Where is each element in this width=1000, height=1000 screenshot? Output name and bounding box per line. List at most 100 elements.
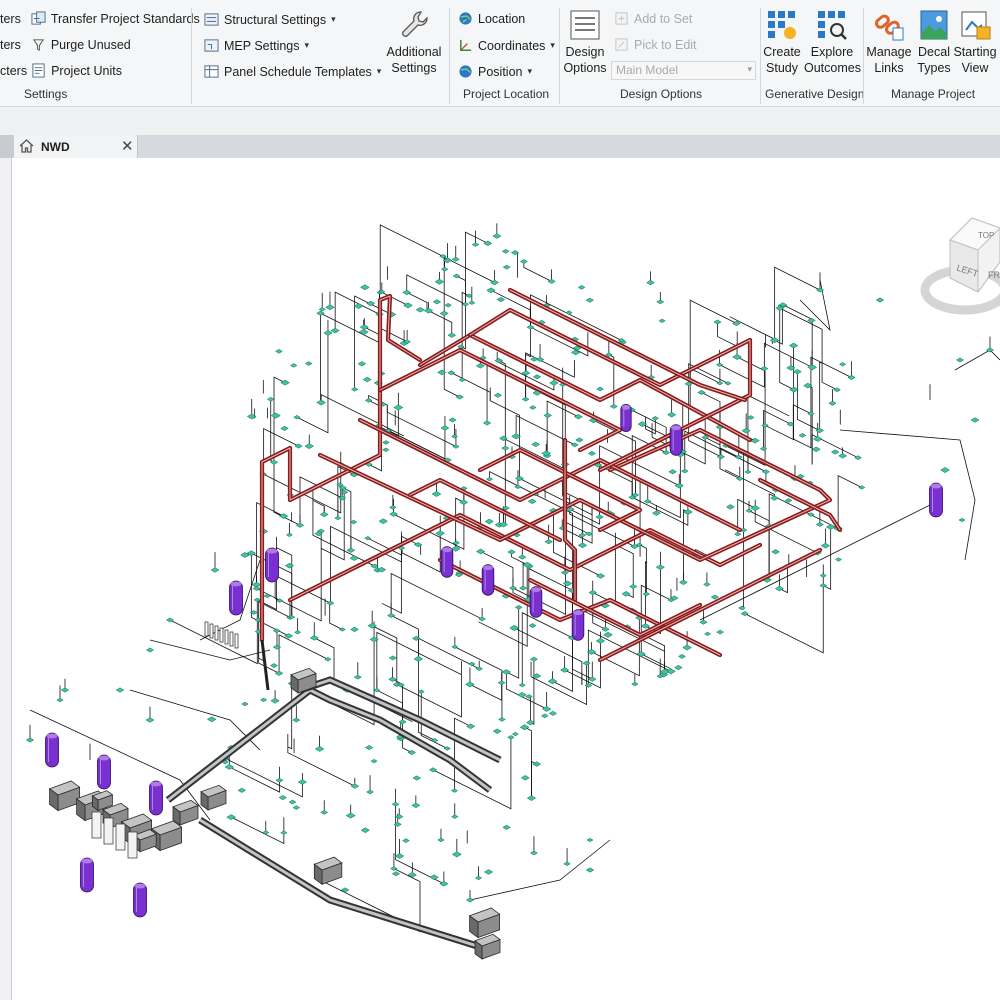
wire-segment: [469, 682, 503, 701]
wire-run: [149, 639, 271, 661]
additional-settings-line2: Settings: [391, 61, 437, 75]
tank-top: [442, 547, 452, 553]
add-to-set-button[interactable]: Add to Set: [614, 11, 692, 26]
fixture: [391, 871, 401, 877]
tank: [481, 564, 495, 596]
decal-types-button[interactable]: Decal Types: [914, 8, 954, 76]
fixture: [353, 303, 364, 310]
fixture: [448, 417, 457, 423]
explore-outcomes-button[interactable]: Explore Outcomes: [804, 8, 861, 76]
fixture: [292, 717, 301, 723]
fixture: [411, 802, 421, 809]
tank: [97, 754, 111, 790]
fixture: [358, 329, 369, 335]
additional-settings-button[interactable]: Additional Settings: [384, 8, 444, 76]
design-option-select[interactable]: Main Model ▾: [611, 61, 756, 80]
fixture: [451, 434, 459, 439]
wire-segment: [329, 604, 343, 630]
fixture: [465, 897, 475, 903]
fixture: [651, 510, 661, 516]
tank-top: [573, 610, 583, 616]
settings-row-1[interactable]: ters Transfer Project Standards: [0, 11, 200, 26]
model-view-3d[interactable]: TOP LEFT FR: [12, 158, 1000, 1000]
fixture: [451, 851, 462, 858]
panel-rack-slot: [234, 633, 239, 649]
fixture: [431, 491, 442, 497]
fixture: [340, 489, 349, 495]
fixture: [544, 539, 553, 545]
tank-top: [483, 565, 493, 571]
tank: [620, 403, 632, 432]
wire-segment: [443, 256, 495, 314]
wire-segment: [456, 275, 466, 305]
wire-segment: [262, 464, 342, 514]
chevron-down-icon: ▾: [376, 66, 382, 76]
wire-segment: [320, 393, 405, 437]
fixture: [560, 570, 569, 576]
wire-segment: [821, 363, 838, 391]
wire-segment: [530, 663, 587, 706]
settings-row-3[interactable]: cters Project Units: [0, 63, 122, 78]
tank-top: [46, 733, 58, 739]
tank: [45, 732, 59, 768]
structural-settings-icon: [204, 13, 219, 26]
starting-view-button[interactable]: Starting View: [953, 8, 997, 76]
fixture: [656, 299, 665, 305]
fixture: [517, 692, 527, 698]
fixture: [394, 814, 404, 820]
wire-segment: [428, 310, 453, 336]
tab-scroll-left[interactable]: [0, 135, 14, 158]
fixture: [378, 518, 388, 525]
fixture: [609, 404, 618, 409]
mep-settings-button[interactable]: MEP Settings ▾: [204, 38, 309, 53]
fixture: [350, 626, 359, 633]
coordinates-button[interactable]: Coordinates ▾: [458, 38, 555, 53]
fixture: [811, 446, 821, 453]
fixture: [798, 432, 807, 438]
panel-schedule-templates-button[interactable]: Panel Schedule Templates ▾: [204, 64, 381, 79]
fixture: [402, 838, 410, 843]
fixture: [357, 361, 367, 367]
decal-types-line2: Types: [917, 61, 951, 75]
tab-nwd[interactable]: NWD ✕: [14, 135, 138, 158]
fixture: [788, 342, 799, 349]
fixture: [703, 582, 711, 587]
fixture: [529, 656, 538, 662]
pipe-run: [562, 437, 578, 603]
fixture: [304, 443, 315, 450]
fixture: [514, 605, 523, 610]
fixture: [725, 504, 735, 510]
design-options-group-label: Design Options: [620, 87, 703, 101]
purge-unused-icon: [32, 39, 44, 51]
structural-settings-button[interactable]: Structural Settings ▾: [204, 12, 336, 27]
fixture: [738, 605, 746, 611]
manage-links-line2: Links: [874, 61, 904, 75]
fixture: [585, 867, 595, 873]
fixture: [320, 810, 329, 815]
settings-row-2[interactable]: ters Purge Unused: [0, 37, 131, 52]
fixture: [440, 266, 449, 272]
close-icon[interactable]: ✕: [121, 137, 134, 155]
pick-to-edit-button[interactable]: Pick to Edit: [614, 37, 697, 52]
create-study-button[interactable]: Create Study: [762, 8, 802, 76]
location-button[interactable]: Location: [458, 11, 525, 26]
design-option-select-value: Main Model: [616, 63, 679, 77]
cable-tray: [198, 817, 492, 954]
fixture: [270, 697, 280, 704]
fixture: [415, 307, 425, 313]
coordinates-icon: [460, 39, 472, 51]
fixture: [432, 299, 442, 305]
wrench-icon: [402, 11, 428, 37]
design-options-button[interactable]: Design Options: [562, 8, 608, 76]
globe-icon: [459, 12, 472, 25]
fixture: [270, 412, 281, 419]
fixture: [744, 469, 752, 475]
starting-view-line2: View: [961, 61, 989, 75]
purge-unused-label: Purge Unused: [50, 37, 131, 52]
fixture: [345, 812, 356, 819]
fixture: [529, 405, 537, 410]
viewcube[interactable]: TOP LEFT FR: [920, 217, 1000, 315]
manage-links-button[interactable]: Manage Links: [866, 8, 912, 76]
fixture: [292, 805, 301, 810]
position-button[interactable]: Position ▾: [458, 64, 532, 79]
